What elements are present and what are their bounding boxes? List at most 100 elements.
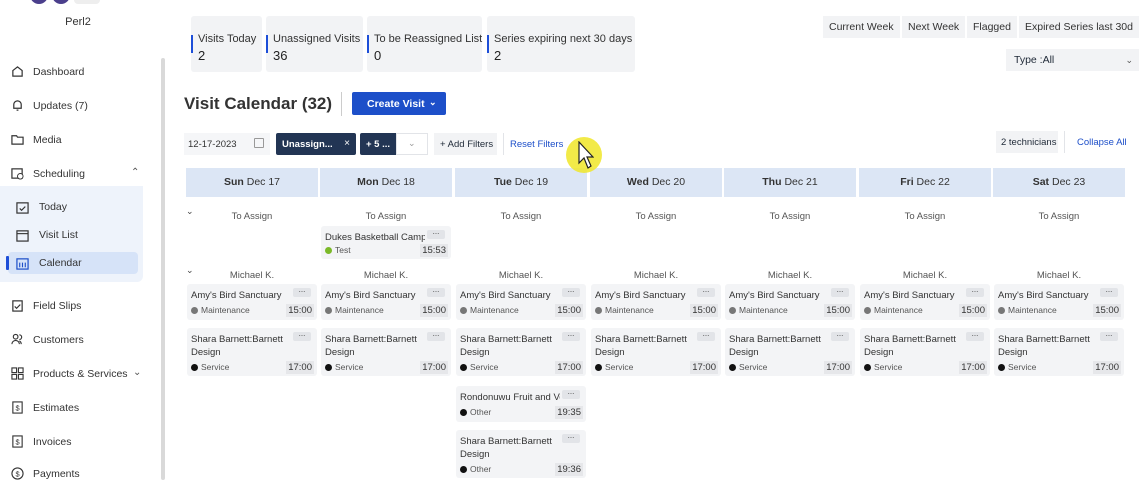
visit-card[interactable]: Amy's Bird Sanctuary... Maintenance 15:00 xyxy=(725,284,855,320)
stat-series-expiring[interactable]: Series expiring next 30 days 2 xyxy=(487,16,635,72)
title-divider xyxy=(341,92,342,116)
date-input[interactable]: 12-17-2023 xyxy=(184,133,270,155)
status-dot xyxy=(998,307,1005,314)
more-options-icon[interactable]: ... xyxy=(831,330,849,341)
grid-icon xyxy=(11,367,24,380)
sidebar-scrollbar[interactable] xyxy=(161,58,165,480)
visit-card[interactable]: Dukes Basketball Camp... Test 15:53 xyxy=(321,226,451,259)
more-options-icon[interactable]: ... xyxy=(966,330,984,341)
visit-card[interactable]: Amy's Bird Sanctuary... Maintenance 15:00 xyxy=(187,284,317,320)
visit-name: Shara Barnett:Barnett Design xyxy=(998,334,1090,358)
reset-filters-link[interactable]: Reset Filters xyxy=(503,133,569,155)
current-week-button[interactable]: Current Week xyxy=(823,16,900,38)
more-options-icon[interactable]: ... xyxy=(562,432,580,443)
type-select[interactable]: Type :All ⌄ xyxy=(1006,49,1139,71)
filter-dropdown[interactable]: ⌄ xyxy=(396,133,428,155)
chevron-down-icon[interactable]: ⌄ xyxy=(429,97,437,108)
visit-card[interactable]: Shara Barnett:Barnett Design... Service 17… xyxy=(321,328,451,376)
visit-card[interactable]: Amy's Bird Sanctuary... Maintenance 15:00 xyxy=(994,284,1124,320)
stat-to-be-reassigned[interactable]: To be Reassigned List 0 xyxy=(367,16,482,72)
nav-label: Dashboard xyxy=(33,66,85,78)
visit-card[interactable]: Shara Barnett:Barnett Design... Service 17… xyxy=(994,328,1124,376)
calendar-icon[interactable] xyxy=(254,138,264,148)
visit-card[interactable]: Amy's Bird Sanctuary... Maintenance 15:00 xyxy=(321,284,451,320)
nav-updates[interactable]: Updates (7) xyxy=(0,94,160,118)
filter-chip-more[interactable]: + 5 ... xyxy=(360,133,396,155)
more-options-icon[interactable]: ... xyxy=(1100,330,1118,341)
stat-unassigned-visits[interactable]: Unassigned Visits 36 xyxy=(266,16,363,72)
visit-card[interactable]: Amy's Bird Sanctuary... Maintenance 15:00 xyxy=(860,284,990,320)
visit-time: 15:00 xyxy=(286,304,314,317)
nav-field-slips[interactable]: Field Slips xyxy=(0,294,160,318)
nav-dashboard[interactable]: Dashboard xyxy=(0,60,160,84)
chevron-down-icon[interactable]: ⌄ xyxy=(186,265,194,276)
visit-time: 15:00 xyxy=(824,304,852,317)
add-filters-button[interactable]: + Add Filters xyxy=(434,133,497,155)
nav-estimates[interactable]: $ Estimates xyxy=(0,396,160,420)
more-options-icon[interactable]: ... xyxy=(966,286,984,297)
visit-type-label: Maintenance xyxy=(201,305,250,315)
technicians-button[interactable]: 2 technicians xyxy=(996,131,1058,153)
visit-card[interactable]: Shara Barnett:Barnett Design... Service 17… xyxy=(591,328,721,376)
visit-card[interactable]: Shara Barnett:Barnett Design... Other 19:3… xyxy=(456,430,586,478)
calendar-clock-icon xyxy=(11,168,24,180)
collapse-all-link[interactable]: Collapse All xyxy=(1064,131,1127,153)
visit-time: 17:00 xyxy=(690,361,718,374)
expired-series-button[interactable]: Expired Series last 30d xyxy=(1019,16,1139,38)
more-options-icon[interactable]: ... xyxy=(562,388,580,399)
visit-card[interactable]: Shara Barnett:Barnett Design... Service 17… xyxy=(725,328,855,376)
visit-type-label: Service xyxy=(874,362,903,372)
day-of-week: Wed xyxy=(626,176,649,188)
chevron-down-icon[interactable]: ⌄ xyxy=(186,206,194,217)
technician-label: Michael K. xyxy=(902,270,948,281)
technician-label: Michael K. xyxy=(633,270,679,281)
visit-card[interactable]: Amy's Bird Sanctuary... Maintenance 15:00 xyxy=(456,284,586,320)
create-visit-button[interactable]: Create Visit ⌄ xyxy=(352,92,446,115)
more-options-icon[interactable]: ... xyxy=(1100,286,1118,297)
more-options-icon[interactable]: ... xyxy=(293,330,311,341)
nav-calendar[interactable]: Calendar xyxy=(6,252,138,274)
visit-type: Other xyxy=(460,464,491,474)
next-week-button[interactable]: Next Week xyxy=(902,16,966,38)
stat-visits-today[interactable]: Visits Today 2 xyxy=(191,16,262,72)
visit-name: Shara Barnett:Barnett Design xyxy=(325,334,417,358)
calendar-check-icon xyxy=(16,202,29,214)
visit-card[interactable]: Amy's Bird Sanctuary... Maintenance 15:00 xyxy=(591,284,721,320)
flagged-button[interactable]: Flagged xyxy=(967,16,1017,38)
more-options-icon[interactable]: ... xyxy=(562,286,580,297)
nav-today[interactable]: Today xyxy=(8,196,138,218)
visit-type: Service xyxy=(325,362,363,372)
more-options-icon[interactable]: ... xyxy=(697,286,715,297)
nav-products-services[interactable]: Products & Services ⌄ xyxy=(0,362,160,386)
more-options-icon[interactable]: ... xyxy=(427,286,445,297)
visit-card[interactable]: Shara Barnett:Barnett Design... Service 17… xyxy=(187,328,317,376)
more-options-icon[interactable]: ... xyxy=(293,286,311,297)
visit-card[interactable]: Shara Barnett:Barnett Design... Service 17… xyxy=(456,328,586,376)
nav-invoices[interactable]: $ Invoices xyxy=(0,430,160,454)
nav-customers[interactable]: Customers xyxy=(0,328,160,352)
day-date: Dec 18 xyxy=(381,176,415,188)
nav-scheduling[interactable]: Scheduling ⌃ xyxy=(0,162,160,186)
chevron-down-icon[interactable]: ⌄ xyxy=(133,367,141,378)
more-options-icon[interactable]: ... xyxy=(697,330,715,341)
more-options-icon[interactable]: ... xyxy=(562,330,580,341)
visit-card[interactable]: Rondonuwu Fruit and Vegi... Other 19:35 xyxy=(456,386,586,422)
visit-type: Service xyxy=(864,362,902,372)
visit-type-label: Maintenance xyxy=(605,305,654,315)
more-options-icon[interactable]: ... xyxy=(427,228,445,239)
visit-type-label: Service xyxy=(201,362,230,372)
nav-payments[interactable]: $ Payments xyxy=(0,462,160,486)
visit-time: 15:00 xyxy=(420,304,448,317)
more-options-icon[interactable]: ... xyxy=(427,330,445,341)
chevron-up-icon[interactable]: ⌃ xyxy=(131,167,139,178)
to-assign-label: To Assign xyxy=(231,211,273,222)
filter-chip-unassigned[interactable]: Unassign... × xyxy=(276,133,356,155)
nav-visit-list[interactable]: Visit List xyxy=(8,224,138,246)
more-options-icon[interactable]: ... xyxy=(831,286,849,297)
chevron-down-icon: ⌄ xyxy=(1125,55,1133,65)
visit-type-label: Service xyxy=(605,362,634,372)
nav-media[interactable]: Media xyxy=(0,128,160,152)
close-icon[interactable]: × xyxy=(344,138,350,149)
visit-card[interactable]: Shara Barnett:Barnett Design... Service 17… xyxy=(860,328,990,376)
clipboard-check-icon xyxy=(12,300,23,312)
